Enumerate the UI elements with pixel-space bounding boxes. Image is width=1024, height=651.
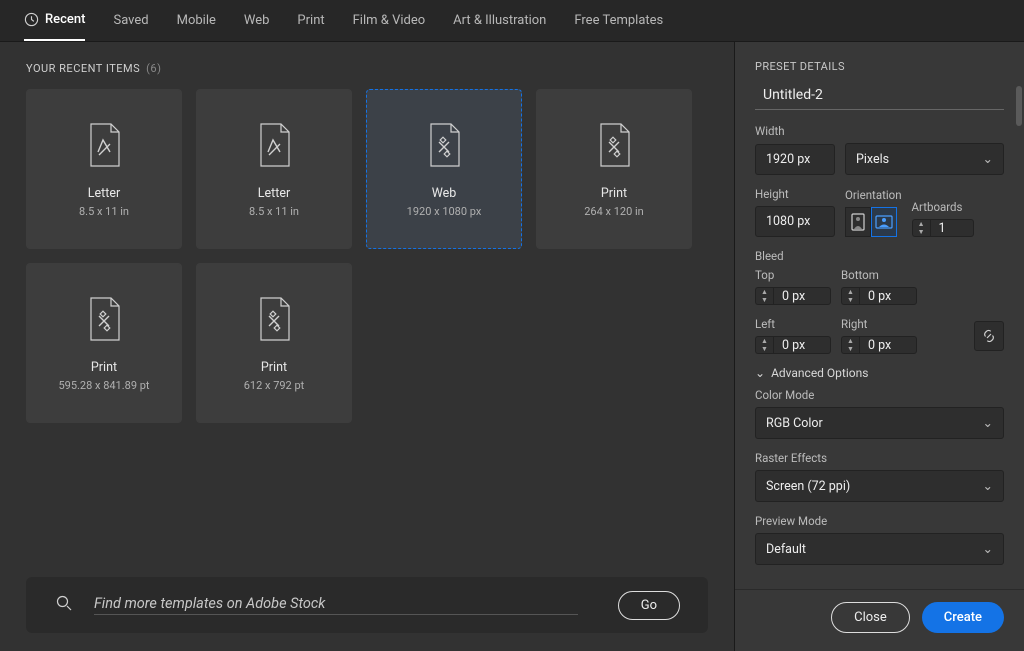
- recent-items-heading: YOUR RECENT ITEMS(6): [26, 62, 708, 75]
- orientation-label: Orientation: [845, 188, 902, 202]
- tab-art-illustration[interactable]: Art & Illustration: [453, 0, 546, 41]
- width-label: Width: [755, 124, 1004, 138]
- preset-title: Web: [432, 186, 457, 201]
- tab-web[interactable]: Web: [244, 0, 270, 41]
- preset-grid: Letter 8.5 x 11 in Letter 8.5 x 11 in Web 192…: [26, 89, 708, 423]
- bleed-right-stepper[interactable]: ▲▼: [841, 336, 859, 354]
- tab-print[interactable]: Print: [297, 0, 324, 41]
- tab-mobile[interactable]: Mobile: [177, 0, 216, 41]
- chevron-down-icon: ⌄: [983, 151, 993, 167]
- preset-details-panel: PRESET DETAILS Width Pixels⌄ Height Orie…: [734, 42, 1024, 651]
- preview-mode-label: Preview Mode: [755, 514, 1004, 528]
- tab-saved[interactable]: Saved: [113, 0, 148, 41]
- doc-icon: [84, 294, 124, 344]
- bottom-label: Bottom: [841, 268, 917, 282]
- preview-mode-select[interactable]: Default⌄: [755, 533, 1004, 565]
- artboards-input[interactable]: [930, 219, 974, 237]
- doc-icon: [84, 120, 124, 170]
- units-select[interactable]: Pixels⌄: [845, 143, 1004, 175]
- stock-search-bar: Find more templates on Adobe Stock Go: [26, 577, 708, 633]
- create-button[interactable]: Create: [922, 602, 1004, 633]
- preset-card[interactable]: Letter 8.5 x 11 in: [26, 89, 182, 249]
- left-label: Left: [755, 317, 831, 331]
- category-tabs: Recent Saved Mobile Web Print Film & Vid…: [0, 0, 1024, 42]
- height-input[interactable]: [755, 206, 835, 237]
- chevron-down-icon: ⌄: [755, 366, 765, 380]
- preset-card[interactable]: Letter 8.5 x 11 in: [196, 89, 352, 249]
- raster-effects-label: Raster Effects: [755, 451, 1004, 465]
- bleed-bottom-stepper[interactable]: ▲▼: [841, 287, 859, 305]
- preset-dimensions: 8.5 x 11 in: [249, 205, 299, 218]
- artboards-label: Artboards: [912, 200, 1004, 214]
- doc-icon: [424, 120, 464, 170]
- doc-icon: [254, 120, 294, 170]
- raster-effects-select[interactable]: Screen (72 ppi)⌄: [755, 470, 1004, 502]
- right-label: Right: [841, 317, 917, 331]
- preset-title: Letter: [88, 186, 120, 201]
- preset-title: Print: [261, 360, 287, 375]
- bleed-label: Bleed: [755, 249, 1004, 263]
- preset-title: Print: [601, 186, 627, 201]
- tab-free-templates[interactable]: Free Templates: [574, 0, 663, 41]
- panel-scrollbar[interactable]: [1016, 86, 1022, 126]
- document-name-input[interactable]: [755, 85, 1004, 110]
- preset-card[interactable]: Print 612 x 792 pt: [196, 263, 352, 423]
- link-bleed-button[interactable]: [974, 321, 1004, 351]
- tab-film-video[interactable]: Film & Video: [353, 0, 426, 41]
- artboards-stepper[interactable]: ▲▼: [912, 219, 930, 237]
- go-button[interactable]: Go: [618, 591, 680, 620]
- bleed-right-input[interactable]: [859, 336, 917, 354]
- orientation-landscape[interactable]: [871, 207, 897, 237]
- main-area: YOUR RECENT ITEMS(6) Letter8.5 x 11 inLe…: [0, 42, 734, 651]
- preset-card[interactable]: Web 1920 x 1080 px: [366, 89, 522, 249]
- close-button[interactable]: Close: [831, 602, 910, 633]
- preset-card[interactable]: Print 595.28 x 841.89 pt: [26, 263, 182, 423]
- color-mode-select[interactable]: RGB Color⌄: [755, 407, 1004, 439]
- bleed-top-input[interactable]: [773, 287, 831, 305]
- height-label: Height: [755, 187, 835, 201]
- width-input[interactable]: [755, 144, 835, 175]
- preset-dimensions: 1920 x 1080 px: [407, 205, 482, 218]
- chevron-down-icon: ⌄: [983, 478, 993, 494]
- recent-icon: [24, 12, 39, 27]
- preset-title: Letter: [258, 186, 290, 201]
- preset-card[interactable]: Print 264 x 120 in: [536, 89, 692, 249]
- bleed-top-stepper[interactable]: ▲▼: [755, 287, 773, 305]
- chevron-down-icon: ⌄: [983, 541, 993, 557]
- chevron-down-icon: ⌄: [983, 415, 993, 431]
- top-label: Top: [755, 268, 831, 282]
- search-icon: [54, 593, 74, 617]
- preset-dimensions: 8.5 x 11 in: [79, 205, 129, 218]
- tab-recent[interactable]: Recent: [24, 0, 85, 41]
- bleed-bottom-input[interactable]: [859, 287, 917, 305]
- doc-icon: [594, 120, 634, 170]
- preset-dimensions: 612 x 792 pt: [244, 379, 305, 392]
- color-mode-label: Color Mode: [755, 388, 1004, 402]
- preset-dimensions: 264 x 120 in: [584, 205, 644, 218]
- preset-dimensions: 595.28 x 841.89 pt: [58, 379, 149, 392]
- bleed-left-stepper[interactable]: ▲▼: [755, 336, 773, 354]
- advanced-options-toggle[interactable]: ⌄ Advanced Options: [755, 366, 1004, 380]
- preset-details-title: PRESET DETAILS: [755, 60, 1004, 73]
- doc-icon: [254, 294, 294, 344]
- panel-footer: Close Create: [735, 589, 1024, 651]
- orientation-portrait[interactable]: [845, 207, 871, 237]
- preset-title: Print: [91, 360, 117, 375]
- bleed-left-input[interactable]: [773, 336, 831, 354]
- stock-search-text[interactable]: Find more templates on Adobe Stock: [94, 595, 578, 615]
